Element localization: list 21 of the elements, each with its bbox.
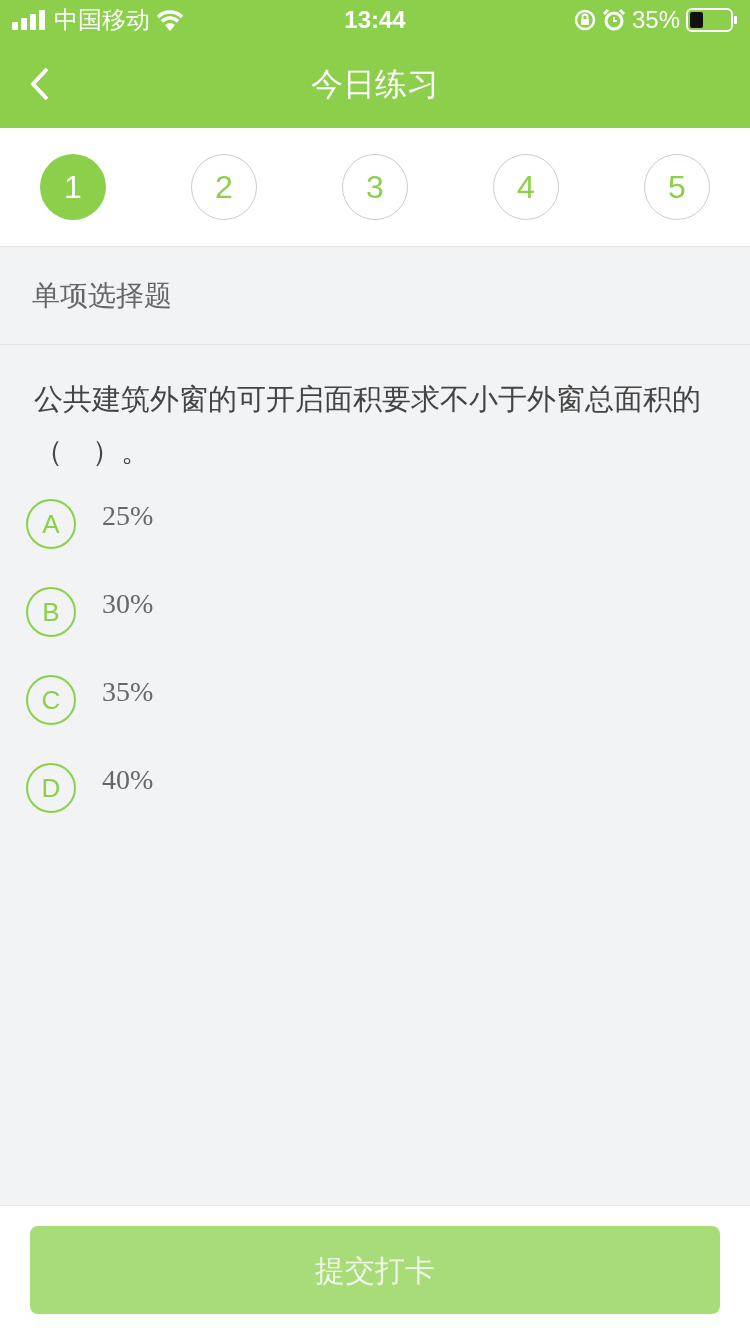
- status-time: 13:44: [344, 5, 406, 35]
- battery-icon: [686, 8, 738, 32]
- question-text: 公共建筑外窗的可开启面积要求不小于外窗总面积的（ ）。: [34, 382, 702, 469]
- option-text: 25%: [102, 499, 154, 533]
- question-step[interactable]: 1: [40, 154, 106, 220]
- option-letter[interactable]: B: [26, 587, 76, 637]
- option-letter[interactable]: D: [26, 763, 76, 813]
- option-text: 40%: [102, 763, 154, 797]
- question-type: 单项选择题: [32, 278, 172, 313]
- signal-icon: [12, 10, 48, 30]
- battery-percent: 35%: [631, 5, 680, 35]
- option-text: 35%: [102, 675, 154, 709]
- rotation-lock-icon: [573, 9, 596, 31]
- back-icon: [30, 67, 50, 101]
- page-title: 今日练习: [311, 65, 439, 104]
- option-text: 30%: [102, 587, 154, 621]
- option-letter[interactable]: A: [26, 499, 76, 549]
- wifi-icon: [156, 9, 184, 31]
- option-letter[interactable]: C: [26, 675, 76, 725]
- alarm-icon: [601, 8, 626, 32]
- carrier-name: 中国移动: [54, 5, 150, 35]
